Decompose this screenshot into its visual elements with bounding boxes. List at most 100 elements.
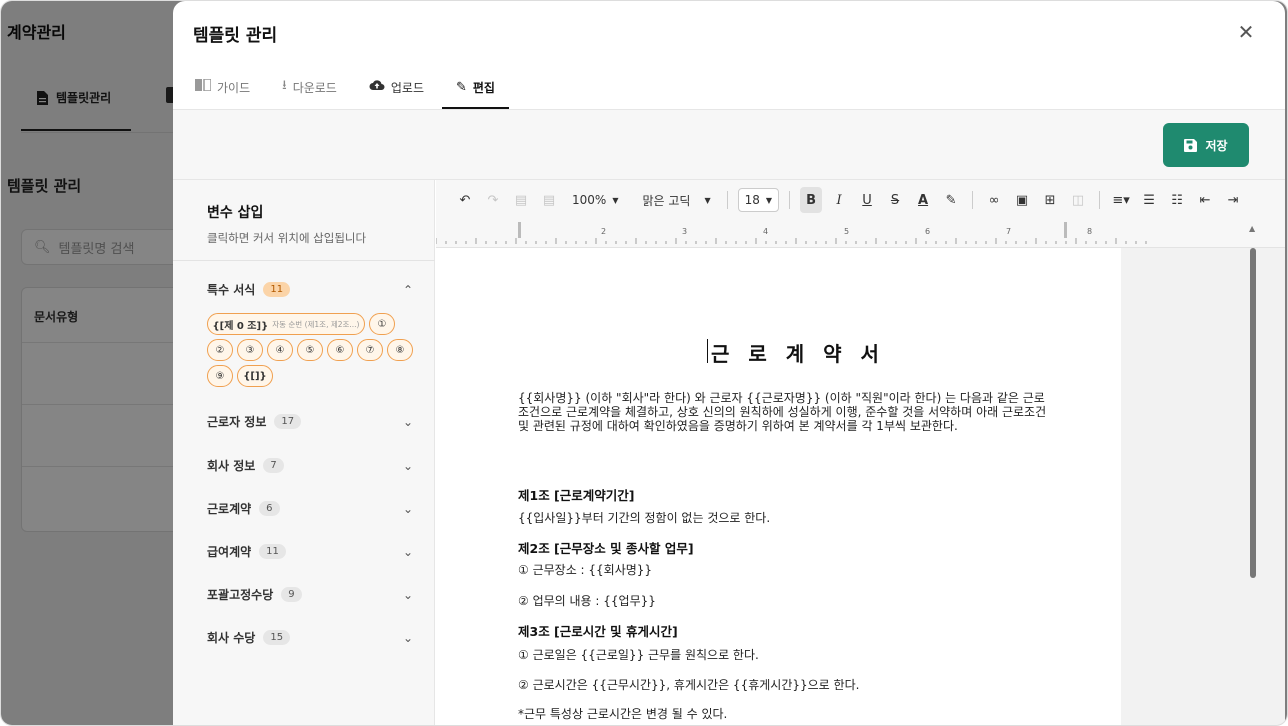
outdent-icon[interactable]: ⇤ [1194, 187, 1216, 213]
document-area: 근 로 계 약 서 {{회사명}} (이하 "회사"라 한다) 와 근로자 {{… [436, 248, 1285, 725]
strikethrough-button[interactable]: S [884, 187, 906, 213]
category-salary-contract[interactable]: 급여계약 11 ⌄ [207, 543, 413, 560]
caret-down-icon: ▼ [612, 195, 619, 205]
chip-circled-3[interactable]: ③ [237, 339, 263, 361]
category-worker-info[interactable]: 근로자 정보 17 ⌄ [207, 413, 413, 430]
font-select[interactable]: 맑은 고딕 ▼ [636, 187, 716, 213]
divider [173, 260, 435, 261]
category-count-badge: 17 [274, 414, 302, 429]
document-scrollbar[interactable]: ▲ [1248, 224, 1260, 725]
category-label: 특수 서식 [207, 283, 256, 297]
font-size-select[interactable]: 18 ▼ [737, 188, 780, 212]
tab-guide-label: 가이드 [217, 80, 251, 95]
document-title: 근 로 계 약 서 [707, 338, 885, 367]
tab-upload[interactable]: 업로드 [367, 65, 426, 109]
category-company-info[interactable]: 회사 정보 7 ⌄ [207, 457, 413, 474]
ruler[interactable]: 2 3 4 5 6 7 8 [435, 220, 1285, 248]
chip-article-number[interactable]: {[제 0 조]} 자동 순번 (제1조, 제2조...) [207, 313, 365, 335]
scroll-up-arrow[interactable]: ▲ [1249, 224, 1255, 233]
ruler-number: 8 [1087, 227, 1092, 236]
bold-button[interactable]: B [800, 187, 823, 213]
scroll-thumb[interactable] [1250, 248, 1256, 578]
category-label: 회사 수당 [207, 631, 256, 645]
variable-panel-header: 변수 삽입 클릭하면 커서 위치에 삽입됩니다 [207, 202, 366, 246]
chevron-down-icon: ⌄ [402, 501, 413, 516]
numbered-list-icon[interactable]: ☷ [1166, 187, 1188, 213]
variable-panel-title: 변수 삽입 [207, 205, 264, 221]
chevron-down-icon: ⌄ [402, 630, 413, 645]
article-2-line-2: ② 업무의 내용 : {{업무}} [518, 594, 656, 608]
chip-circled-7[interactable]: ⑦ [357, 339, 383, 361]
toolbar-separator [726, 191, 728, 209]
action-bar: 저장 [173, 110, 1285, 180]
category-fixed-allowance[interactable]: 포괄고정수당 9 ⌄ [207, 586, 413, 603]
toolbar-separator [972, 191, 974, 209]
category-labor-contract[interactable]: 근로계약 6 ⌄ [207, 500, 413, 517]
highlight-icon[interactable]: ✎ [940, 187, 962, 213]
ruler-number: 2 [601, 227, 606, 236]
image-icon[interactable]: ▣ [1011, 187, 1033, 213]
zoom-select[interactable]: 100% ▼ [566, 187, 624, 213]
tab-download-label: 다운로드 [292, 80, 337, 95]
underline-button[interactable]: U [856, 187, 878, 213]
document-intro: {{회사명}} (이하 "회사"라 한다) 와 근로자 {{근로자명}} (이하… [518, 391, 1047, 434]
chip-circled-2[interactable]: ② [207, 339, 233, 361]
chip-circled-8[interactable]: ⑧ [387, 339, 413, 361]
link-icon[interactable]: ∞ [983, 187, 1005, 213]
save-button[interactable]: 저장 [1163, 123, 1249, 167]
category-count-badge: 9 [281, 587, 302, 602]
table-icon[interactable]: ⊞ [1039, 187, 1061, 213]
ruler-number: 5 [844, 227, 849, 236]
redo-icon[interactable]: ↷ [482, 187, 504, 213]
chip-circled-6[interactable]: ⑥ [327, 339, 353, 361]
cloud-upload-icon [369, 79, 385, 95]
document-page[interactable]: 근 로 계 약 서 {{회사명}} (이하 "회사"라 한다) 와 근로자 {{… [436, 248, 1121, 725]
category-count-badge: 11 [259, 544, 286, 559]
tab-download[interactable]: ⭳ 다운로드 [280, 65, 339, 109]
category-label: 회사 정보 [207, 459, 256, 473]
chip-circled-4[interactable]: ④ [267, 339, 293, 361]
chevron-down-icon: ⌄ [402, 587, 413, 602]
chevron-down-icon: ⌄ [402, 544, 413, 559]
ruler-number: 7 [1006, 227, 1011, 236]
pencil-icon: ✎ [455, 79, 467, 95]
tab-edit[interactable]: ✎ 편집 [441, 65, 509, 109]
close-button[interactable]: ✕ [1235, 21, 1257, 43]
category-label: 포괄고정수당 [207, 588, 274, 602]
text-color-button[interactable]: A [912, 187, 934, 213]
paste-icon[interactable]: ▤ [510, 187, 532, 213]
indent-icon[interactable]: ⇥ [1222, 187, 1244, 213]
bullet-list-icon[interactable]: ☰ [1138, 187, 1160, 213]
chevron-down-icon: ⌄ [402, 414, 413, 429]
modal-tabs: 가이드 ⭳ 다운로드 업로드 ✎ 편집 [193, 65, 509, 111]
save-icon [1184, 138, 1198, 152]
font-size-value: 18 [744, 193, 760, 207]
toolbar-separator [789, 191, 791, 209]
ruler-number: 6 [925, 227, 930, 236]
category-count-badge: 11 [263, 282, 291, 297]
clipboard-icon[interactable]: ▤ [538, 187, 560, 213]
undo-icon[interactable]: ↶ [454, 187, 476, 213]
align-icon[interactable]: ≡▾ [1110, 187, 1132, 213]
template-modal: 템플릿 관리 ✕ 가이드 ⭳ 다운로드 업로드 ✎ 편집 저장 변수 삽입 클릭… [173, 1, 1285, 725]
italic-button[interactable]: I [828, 187, 850, 213]
category-special-format[interactable]: 특수 서식 11 ⌃ [207, 281, 413, 298]
chip-circled-5[interactable]: ⑤ [297, 339, 323, 361]
article-3-line-2: ② 근로시간은 {{근무시간}}, 휴게시간은 {{휴게시간}}으로 한다. [518, 678, 860, 692]
category-count-badge: 6 [259, 501, 280, 516]
category-label: 급여계약 [207, 545, 252, 559]
variable-panel: 변수 삽입 클릭하면 커서 위치에 삽입됩니다 특수 서식 11 ⌃ {[제 0… [173, 180, 435, 725]
category-company-allowance[interactable]: 회사 수당 15 ⌄ [207, 629, 413, 646]
toolbar-separator [1099, 191, 1101, 209]
app-window: 계약관리 템플릿관리 템플릿 관리 🔍︎ 템플릿명 검색 문서유형 템플릿 관리… [0, 0, 1288, 726]
modal-title: 템플릿 관리 [193, 26, 278, 46]
category-count-badge: 7 [263, 458, 284, 473]
chip-circled-9[interactable]: ⑨ [207, 365, 233, 387]
table-edit-icon[interactable]: ◫ [1067, 187, 1089, 213]
chip-circled-1[interactable]: ① [369, 313, 395, 335]
save-label: 저장 [1205, 138, 1228, 153]
category-count-badge: 15 [263, 630, 291, 645]
article-1-title: 제1조 [근로계약기간] [518, 488, 635, 503]
chip-bracket[interactable]: {[]} [237, 365, 273, 387]
tab-guide[interactable]: 가이드 [193, 65, 252, 109]
